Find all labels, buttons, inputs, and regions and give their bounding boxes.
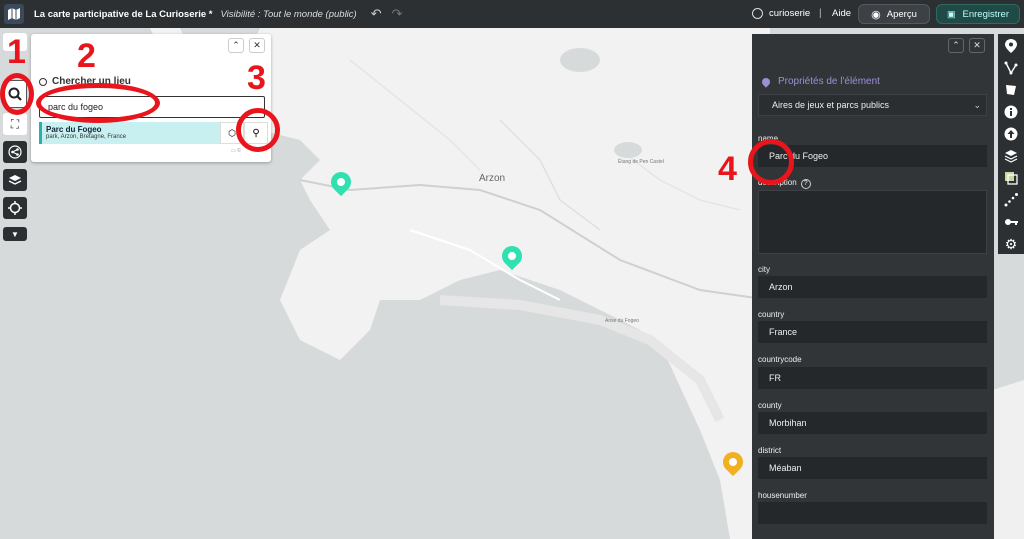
map-logo-icon[interactable]	[4, 4, 24, 24]
help-icon[interactable]: ?	[800, 179, 811, 189]
layer-select[interactable]: Aires de jeux et parcs publics ⌄	[758, 94, 987, 116]
field-label-countrycode: countrycode	[758, 355, 802, 364]
save-label: Enregistrer	[962, 8, 1009, 20]
annotation-number-3: 3	[247, 59, 266, 97]
permissions-button[interactable]	[1001, 212, 1021, 232]
info-icon	[1004, 105, 1018, 119]
properties-title: Propriétés de l'élément	[760, 75, 880, 88]
layers-icon	[8, 175, 22, 185]
credit-text: ▭ ©	[231, 148, 241, 154]
annotation-circle-3	[236, 108, 280, 152]
user-name: curioserie	[769, 8, 811, 19]
annotation-number-1: 1	[7, 33, 26, 71]
polygon-icon: ⬡	[228, 127, 236, 138]
place-label: Étang de Pen Castel	[618, 159, 664, 165]
annotation-number-2: 2	[77, 37, 96, 75]
save-icon: ▣	[947, 8, 956, 19]
center-zoom-button[interactable]	[1001, 190, 1021, 210]
annotation-circle-1	[0, 73, 34, 115]
eye-icon: ◉	[871, 8, 881, 21]
field-label-city: city	[758, 265, 770, 274]
marker-icon	[1005, 39, 1017, 53]
share-icon	[8, 145, 22, 159]
field-label-district: district	[758, 446, 782, 455]
edit-toolbar: ⚙	[998, 34, 1024, 254]
crosshair-icon	[8, 201, 22, 215]
help-link[interactable]: Aide	[832, 8, 851, 19]
fullscreen-button[interactable]: ⛶	[3, 113, 27, 135]
top-bar: La carte participative de La Curioserie …	[0, 0, 1024, 28]
settings-button[interactable]: ⚙	[1001, 234, 1021, 254]
layers-button[interactable]	[3, 169, 27, 191]
preview-label: Aperçu	[886, 8, 917, 20]
draw-marker-button[interactable]	[1001, 36, 1021, 56]
manage-layers-button[interactable]	[1001, 146, 1021, 166]
locate-button[interactable]	[3, 197, 27, 219]
place-label: Anse du Fogeo	[605, 318, 639, 324]
result-description: park, Arzon, Bretagne, France	[46, 134, 127, 140]
search-icon	[39, 77, 47, 86]
undo-icon[interactable]: ↶	[371, 6, 382, 22]
annotation-circle-4	[748, 139, 794, 185]
county-field[interactable]: Morbihan	[758, 412, 987, 434]
line-icon	[1004, 61, 1018, 75]
tilelayer-button[interactable]	[1001, 168, 1021, 188]
info-button[interactable]	[1001, 102, 1021, 122]
polygon-icon	[1006, 85, 1016, 95]
preview-button[interactable]: ◉ Aperçu	[858, 4, 930, 24]
field-label-country: country	[758, 310, 785, 319]
result-name: Parc du Fogeo	[46, 125, 102, 134]
visibility-status: Visibilité : Tout le monde (public)	[220, 8, 357, 20]
fullscreen-icon: ⛶	[10, 116, 20, 131]
separator: |	[819, 8, 822, 19]
search-result-item[interactable]: Parc du Fogeo park, Arzon, Bretagne, Fra…	[39, 122, 268, 144]
town-label: Arzon	[479, 173, 506, 184]
draw-line-button[interactable]	[1001, 58, 1021, 78]
save-button[interactable]: ▣ Enregistrer	[936, 4, 1020, 24]
country-field[interactable]: France	[758, 321, 987, 343]
close-button[interactable]: ✕	[969, 38, 985, 53]
dotted-line-icon	[1004, 193, 1018, 207]
key-icon	[1005, 219, 1018, 225]
district-field[interactable]: Méaban	[758, 457, 987, 479]
tilelayer-icon	[1005, 172, 1018, 185]
field-label-housenumber: housenumber	[758, 491, 807, 500]
close-button[interactable]: ✕	[249, 38, 265, 53]
map-title[interactable]: La carte participative de La Curioserie …	[34, 9, 212, 20]
properties-title-label: Propriétés de l'élément	[778, 76, 880, 87]
import-button[interactable]	[1001, 124, 1021, 144]
collapse-button[interactable]: ⌃	[948, 38, 964, 53]
gear-icon: ⚙	[1004, 235, 1018, 252]
caret-down-icon: ▼	[11, 229, 19, 239]
share-button[interactable]	[3, 141, 27, 163]
more-controls-button[interactable]: ▼	[3, 227, 27, 241]
housenumber-field[interactable]	[758, 502, 987, 524]
properties-panel: ⌃ ✕ Propriétés de l'élément Aires de jeu…	[752, 34, 994, 539]
user-menu[interactable]: curioserie	[752, 8, 810, 19]
marker-icon	[760, 75, 772, 88]
layer-select-value: Aires de jeux et parcs publics	[772, 100, 890, 110]
user-icon	[752, 8, 763, 19]
field-label-county: county	[758, 401, 782, 410]
annotation-circle-2	[36, 83, 160, 123]
countrycode-field[interactable]: FR	[758, 367, 987, 389]
chevron-down-icon: ⌄	[973, 100, 981, 110]
redo-icon[interactable]: ↷	[392, 6, 403, 22]
layers-icon	[1004, 150, 1018, 163]
upload-icon	[1004, 127, 1018, 141]
description-field[interactable]	[758, 190, 987, 254]
collapse-button[interactable]: ⌃	[228, 38, 244, 53]
draw-polygon-button[interactable]	[1001, 80, 1021, 100]
annotation-number-4: 4	[718, 150, 737, 188]
city-field[interactable]: Arzon	[758, 276, 987, 298]
